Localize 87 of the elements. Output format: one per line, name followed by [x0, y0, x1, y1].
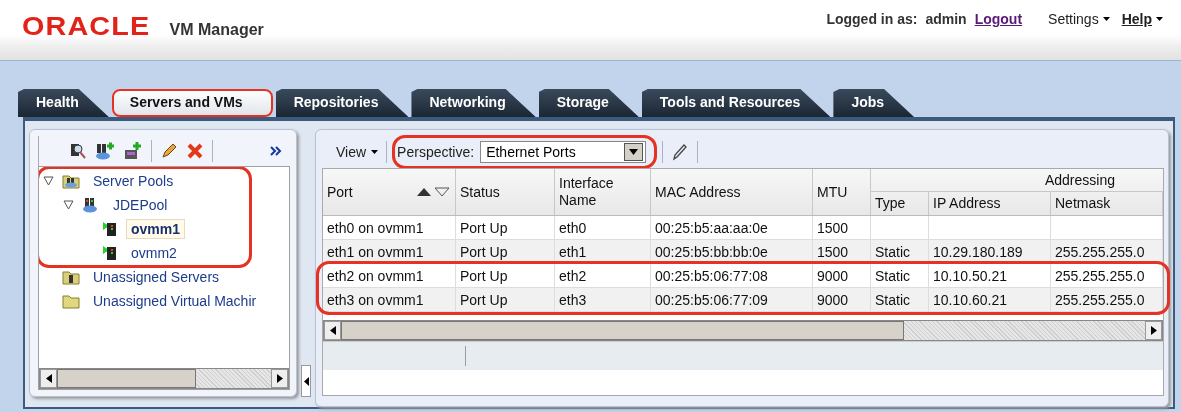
oracle-logo: ORACLE [22, 12, 151, 41]
server-folder-icon [62, 269, 80, 285]
tab[interactable]: Servers and VMs [111, 89, 273, 117]
table-cell: eth2 on ovmm1 [327, 267, 424, 284]
username: admin [925, 11, 967, 27]
table-cell: 00:25:b5:06:77:09 [655, 291, 768, 308]
column-header[interactable]: Type [871, 192, 929, 215]
table-cell: Static [875, 267, 910, 284]
table-cell: 00:25:b5:06:77:08 [655, 267, 768, 284]
product-name: VM Manager [169, 21, 264, 39]
table-cell: Port Up [460, 243, 508, 260]
column-header[interactable]: MTU [813, 169, 871, 215]
table-cell: 1500 [817, 219, 849, 236]
caret-icon [1156, 17, 1163, 21]
table-cell: Static [875, 243, 910, 260]
tree-item[interactable]: ovmm2 [126, 243, 182, 263]
table-cell: 9000 [817, 267, 849, 284]
scroll-right-icon[interactable] [276, 374, 283, 383]
server-pool-folder-icon [62, 173, 80, 189]
table-cell: 10.29.180.189 [933, 243, 1023, 260]
column-header[interactable]: MAC Address [651, 169, 813, 215]
server-icon [102, 245, 118, 261]
table-cell: eth3 on ovmm1 [327, 291, 424, 308]
caret-icon [1102, 17, 1110, 21]
table-cell: 9000 [817, 291, 849, 308]
add-server-icon[interactable] [123, 142, 143, 160]
table-cell: Static [875, 291, 910, 308]
table-cell: Port Up [460, 291, 508, 308]
table-cell: eth2 [559, 267, 587, 284]
dropdown-arrow-icon[interactable] [629, 149, 639, 155]
table-cell: Port Up [460, 219, 508, 236]
view-menu[interactable]: View [336, 144, 379, 160]
pencil-icon[interactable] [160, 142, 178, 160]
table-cell: 255.255.255.0 [1055, 291, 1145, 308]
table-cell: 255.255.255.0 [1055, 267, 1145, 284]
tab[interactable]: Jobs [833, 89, 915, 117]
tab[interactable]: Repositories [275, 89, 409, 117]
server-pool-icon [82, 197, 100, 213]
find-icon[interactable] [69, 142, 87, 160]
table-cell: eth0 on ovmm1 [327, 219, 424, 236]
perspective-dropdown[interactable]: Ethernet Ports [480, 141, 647, 163]
table-cell: 10.10.60.21 [933, 291, 1007, 308]
more-icon[interactable] [270, 146, 282, 156]
menu-button[interactable]: Settings [1048, 11, 1110, 27]
table-cell: eth3 [559, 291, 587, 308]
table-cell: eth1 [559, 243, 587, 260]
sort-icon[interactable] [417, 187, 451, 197]
column-header[interactable]: Port [323, 169, 456, 215]
table-cell: 10.10.50.21 [933, 267, 1007, 284]
table-cell: Port Up [460, 267, 508, 284]
tree-item[interactable]: JDEPool [108, 195, 173, 215]
horizontal-scrollbar[interactable] [323, 320, 1163, 341]
perspective-label: Perspective: [397, 144, 475, 160]
tree-item[interactable]: Server Pools [88, 171, 179, 191]
table-cell: 00:25:b5:bb:bb:0e [655, 243, 768, 260]
scroll-left-icon[interactable] [329, 326, 336, 335]
expand-toggle-icon[interactable] [63, 200, 74, 210]
logged-in-label: Logged in as: [826, 11, 918, 27]
table-cell: 255.255.255.0 [1055, 243, 1145, 260]
tree-item[interactable]: Unassigned Virtual Machir [88, 291, 262, 311]
column-header[interactable]: Netmask [1051, 192, 1163, 215]
tree-item[interactable]: ovmm1 [126, 219, 186, 239]
table-cell: eth1 on ovmm1 [327, 243, 424, 260]
expand-toggle-icon[interactable] [43, 176, 54, 186]
column-header[interactable]: Status [456, 169, 555, 215]
caret-icon [371, 150, 379, 154]
logout-link[interactable]: Logout [974, 11, 1023, 27]
table-cell: 00:25:b5:aa:aa:0e [655, 219, 768, 236]
server-icon [102, 221, 118, 237]
folder-icon [62, 293, 80, 309]
tab[interactable]: Tools and Resources [641, 89, 831, 117]
delete-icon[interactable] [186, 142, 204, 160]
scroll-left-icon[interactable] [45, 374, 52, 383]
table-cell: 1500 [817, 243, 849, 260]
horizontal-scrollbar[interactable] [39, 368, 289, 389]
tab[interactable]: Health [18, 89, 109, 117]
table-cell: eth0 [559, 219, 587, 236]
column-header[interactable]: Interface Name [555, 169, 651, 215]
column-header[interactable]: IP Address [929, 192, 1051, 215]
column-group-header: Addressing [871, 169, 1163, 192]
collapse-panel-handle[interactable] [301, 365, 311, 397]
scroll-right-icon[interactable] [1150, 326, 1157, 335]
tab[interactable]: Networking [411, 89, 536, 117]
tree-item[interactable]: Unassigned Servers [88, 267, 225, 287]
tab[interactable]: Storage [538, 89, 639, 117]
add-pool-icon[interactable] [95, 142, 115, 160]
menu-button[interactable]: Help [1121, 11, 1163, 27]
